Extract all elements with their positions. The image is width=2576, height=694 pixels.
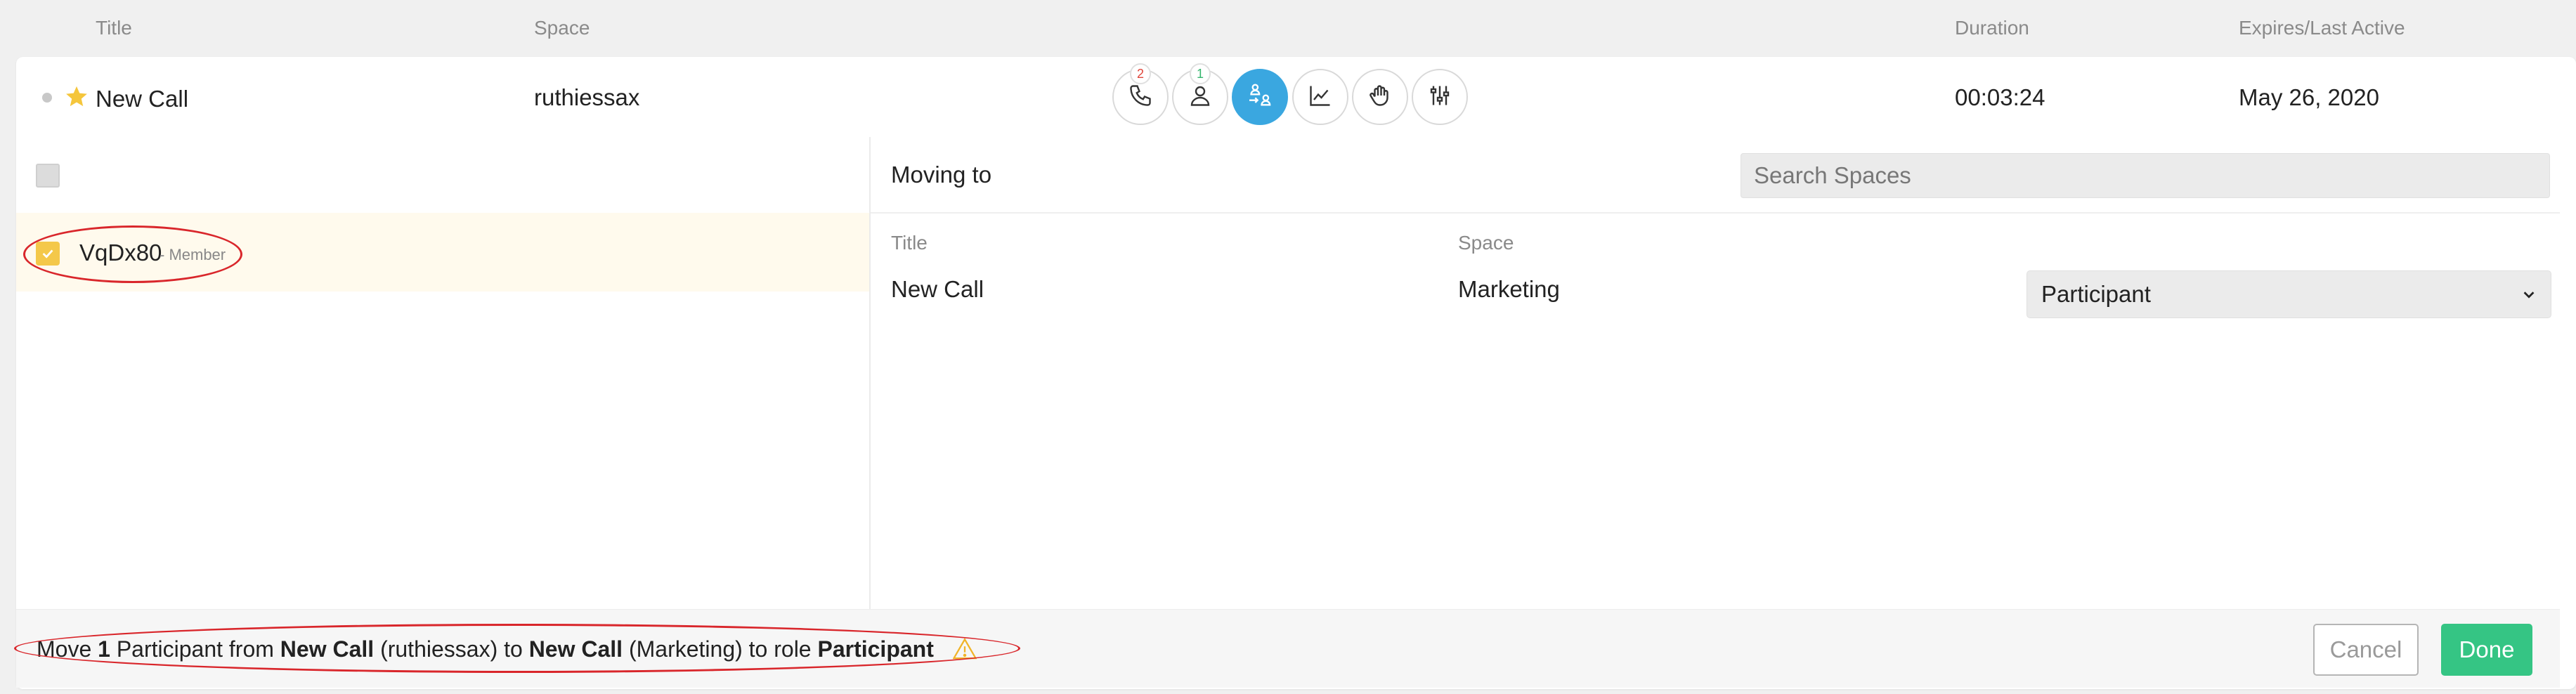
participants-button[interactable]: 1	[1172, 63, 1228, 125]
call-space: ruthiessax	[534, 84, 640, 110]
call-title[interactable]: New Call	[96, 86, 188, 112]
participants-count-badge: 1	[1190, 63, 1211, 84]
move-participants-button[interactable]	[1232, 69, 1288, 125]
calls-count-badge: 2	[1130, 63, 1151, 84]
star-icon[interactable]	[65, 84, 89, 112]
column-header-title: Title	[96, 17, 132, 39]
column-header-expires: Expires/Last Active	[2239, 17, 2405, 39]
chart-icon	[1308, 83, 1333, 112]
moving-to-label: Moving to	[891, 162, 992, 188]
stats-button[interactable]	[1292, 69, 1348, 125]
role-select[interactable]: Participant	[2027, 270, 2551, 318]
move-participants-icon	[1246, 81, 1274, 113]
dest-header-space: Space	[1458, 232, 1514, 254]
raise-hand-button[interactable]	[1352, 69, 1408, 125]
search-spaces-input[interactable]	[1741, 153, 2550, 198]
column-header-space: Space	[534, 17, 590, 39]
call-card	[16, 57, 2576, 689]
role-select-value: Participant	[2041, 281, 2151, 307]
dest-space: Marketing	[1458, 276, 1560, 302]
raise-hand-icon	[1367, 83, 1393, 112]
done-button[interactable]: Done	[2441, 624, 2532, 676]
annotation-oval-summary	[14, 624, 1020, 673]
person-icon	[1188, 83, 1213, 112]
panel-divider	[869, 137, 871, 609]
column-header-duration: Duration	[1955, 17, 2029, 39]
call-duration: 00:03:24	[1955, 84, 2045, 110]
dest-header-title: Title	[891, 232, 928, 254]
settings-button[interactable]	[1412, 69, 1468, 125]
cancel-button[interactable]: Cancel	[2313, 624, 2419, 676]
chevron-down-icon	[2521, 281, 2537, 308]
annotation-oval-member	[23, 225, 242, 283]
select-all-checkbox[interactable]	[36, 164, 60, 188]
phone-icon	[1128, 83, 1153, 112]
call-expires: May 26, 2020	[2239, 84, 2379, 110]
right-panel-divider	[871, 212, 2560, 214]
calls-button[interactable]: 2	[1112, 63, 1169, 125]
status-dot	[42, 93, 52, 103]
sliders-icon	[1427, 83, 1452, 112]
dest-title[interactable]: New Call	[891, 276, 984, 303]
